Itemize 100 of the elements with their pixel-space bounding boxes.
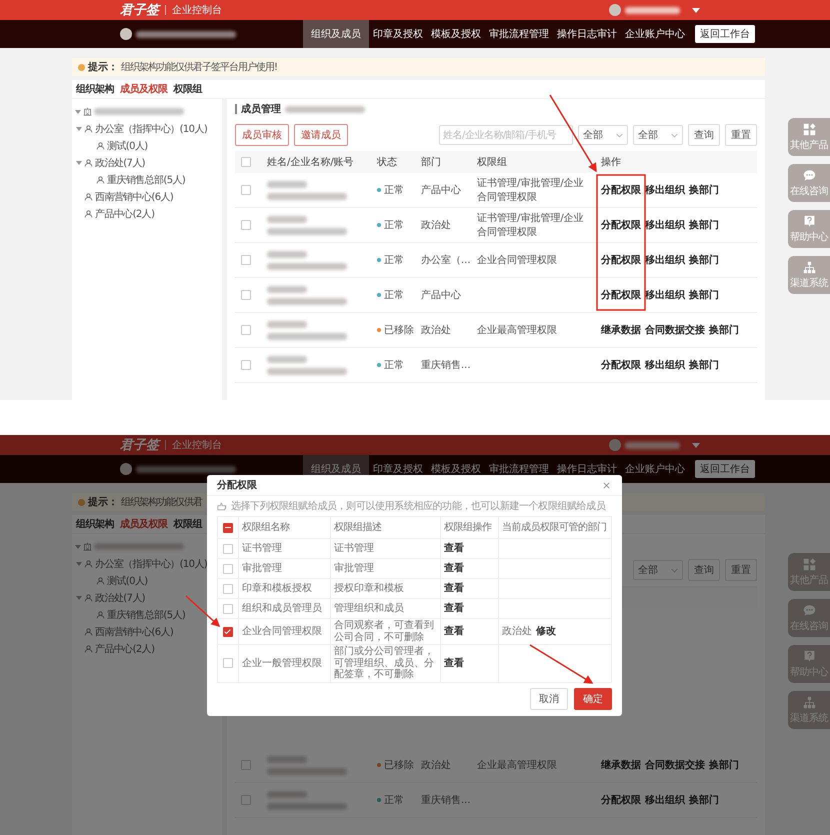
row-checkbox[interactable] [241, 760, 251, 770]
action-link[interactable]: 换部门 [689, 358, 719, 372]
row-checkbox[interactable] [241, 185, 251, 195]
nav-tab[interactable]: 企业账户中心 [621, 20, 689, 48]
tree-item[interactable]: 政治处(7人) [95, 156, 145, 170]
edit-link[interactable]: 修改 [536, 626, 556, 638]
toolbar-button[interactable]: 成员审核 [235, 124, 289, 146]
action-link[interactable]: 继承数据 [601, 323, 641, 337]
tree-item[interactable]: 产品中心(2人) [95, 206, 154, 220]
action-link[interactable]: 换部门 [689, 288, 719, 302]
action-link[interactable]: 移出组织 [645, 288, 685, 302]
view-link[interactable]: 查看 [444, 542, 464, 554]
action-link[interactable]: 换部门 [689, 793, 719, 807]
row-checkbox[interactable] [241, 220, 251, 230]
action-link[interactable]: 分配权限 [601, 288, 641, 302]
search-field[interactable]: 姓名/企业名称/邮箱/手机号 [439, 125, 573, 145]
filter-select[interactable]: 全部 [578, 125, 628, 145]
avatar-icon[interactable] [609, 439, 621, 451]
reset-button[interactable]: 重置 [725, 559, 757, 581]
view-link[interactable]: 查看 [444, 626, 464, 638]
nav-tab[interactable]: 印章及授权 [369, 455, 427, 483]
query-button[interactable]: 查询 [688, 124, 720, 146]
filter-select[interactable]: 全部 [633, 125, 683, 145]
caret-icon[interactable] [76, 160, 82, 164]
tree-item[interactable]: 西南营销中心(6人) [95, 190, 174, 204]
view-link[interactable]: 查看 [444, 562, 464, 574]
action-link[interactable]: 继承数据 [601, 758, 641, 772]
nav-tab[interactable]: 审批流程管理 [485, 455, 553, 483]
row-checkbox[interactable] [241, 290, 251, 300]
action-link[interactable]: 移出组织 [645, 218, 685, 232]
toolbar-button[interactable]: 邀请成员 [294, 124, 348, 146]
caret-icon[interactable] [75, 110, 81, 114]
return-workbench-button[interactable]: 返回工作台 [695, 25, 755, 43]
action-link[interactable]: 分配权限 [601, 793, 641, 807]
tab[interactable]: 组织架构 [76, 517, 114, 531]
action-link[interactable]: 合同数据交接 [645, 758, 705, 772]
tree-item[interactable]: 重庆销售总部(5人) [107, 172, 186, 186]
action-link[interactable]: 分配权限 [601, 253, 641, 267]
nav-tab[interactable]: 审批流程管理 [485, 20, 553, 48]
row-checkbox[interactable] [241, 325, 251, 335]
action-link[interactable]: 移出组织 [645, 253, 685, 267]
avatar-icon[interactable] [609, 4, 621, 16]
action-link[interactable]: 移出组织 [645, 793, 685, 807]
tab[interactable]: 权限组 [174, 82, 202, 96]
row-checkbox[interactable] [241, 795, 251, 805]
nav-tab[interactable]: 操作日志审计 [553, 20, 621, 48]
tree-item[interactable]: 办公室（指挥中心）(10人) [95, 556, 208, 570]
tree-item[interactable]: 政治处(7人) [95, 590, 145, 604]
tab[interactable]: 权限组 [174, 517, 202, 531]
tab[interactable]: 组织架构 [76, 82, 114, 96]
tree-item[interactable]: 重庆销售总部(5人) [107, 608, 186, 622]
caret-icon[interactable] [75, 544, 81, 548]
cancel-button[interactable]: 取消 [530, 688, 568, 710]
row-checkbox[interactable] [223, 564, 233, 574]
nav-tab[interactable]: 操作日志审计 [553, 455, 621, 483]
action-link[interactable]: 分配权限 [601, 358, 641, 372]
select-all-checkbox[interactable] [241, 157, 251, 167]
nav-tab[interactable]: 企业账户中心 [621, 455, 689, 483]
action-link[interactable]: 合同数据交接 [645, 323, 705, 337]
nav-tab[interactable]: 印章及授权 [369, 20, 427, 48]
row-checkbox[interactable] [223, 626, 233, 636]
tree-item[interactable]: 测试(0人) [107, 574, 148, 588]
row-checkbox[interactable] [223, 544, 233, 554]
caret-icon[interactable] [76, 126, 82, 130]
row-checkbox[interactable] [223, 604, 233, 614]
reset-button[interactable]: 重置 [725, 124, 757, 146]
action-link[interactable]: 换部门 [689, 218, 719, 232]
view-link[interactable]: 查看 [444, 602, 464, 614]
row-checkbox[interactable] [223, 584, 233, 594]
select-all-checkbox[interactable] [223, 522, 233, 532]
action-link[interactable]: 移出组织 [645, 183, 685, 197]
row-checkbox[interactable] [223, 658, 233, 668]
action-link[interactable]: 换部门 [689, 253, 719, 267]
tree-item[interactable]: 办公室（指挥中心）(10人) [95, 122, 208, 136]
action-link[interactable]: 分配权限 [601, 218, 641, 232]
action-link[interactable]: 换部门 [689, 183, 719, 197]
tab[interactable]: 成员及权限 [120, 82, 168, 96]
nav-tab[interactable]: 模板及授权 [427, 455, 485, 483]
caret-icon[interactable] [76, 596, 82, 600]
return-workbench-button[interactable]: 返回工作台 [695, 460, 755, 478]
nav-tab[interactable]: 组织及成员 [303, 20, 369, 48]
nav-tab[interactable]: 模板及授权 [427, 20, 485, 48]
filter-select[interactable]: 全部 [633, 560, 683, 580]
caret-icon[interactable] [76, 562, 82, 566]
action-link[interactable]: 换部门 [709, 323, 739, 337]
tree-item[interactable]: 西南营销中心(6人) [95, 624, 174, 638]
tree-item[interactable]: 测试(0人) [107, 138, 148, 152]
query-button[interactable]: 查询 [688, 559, 720, 581]
action-link[interactable]: 移出组织 [645, 358, 685, 372]
tree-item[interactable]: 产品中心(2人) [95, 642, 154, 656]
confirm-button[interactable]: 确定 [574, 688, 612, 710]
row-checkbox[interactable] [241, 360, 251, 370]
close-icon[interactable] [601, 480, 612, 490]
row-checkbox[interactable] [241, 255, 251, 265]
view-link[interactable]: 查看 [444, 658, 464, 669]
action-link[interactable]: 分配权限 [601, 183, 641, 197]
view-link[interactable]: 查看 [444, 582, 464, 594]
department-text: 政治处 [421, 760, 451, 771]
dialog-title: 分配权限 [217, 478, 257, 492]
action-link[interactable]: 换部门 [709, 758, 739, 772]
